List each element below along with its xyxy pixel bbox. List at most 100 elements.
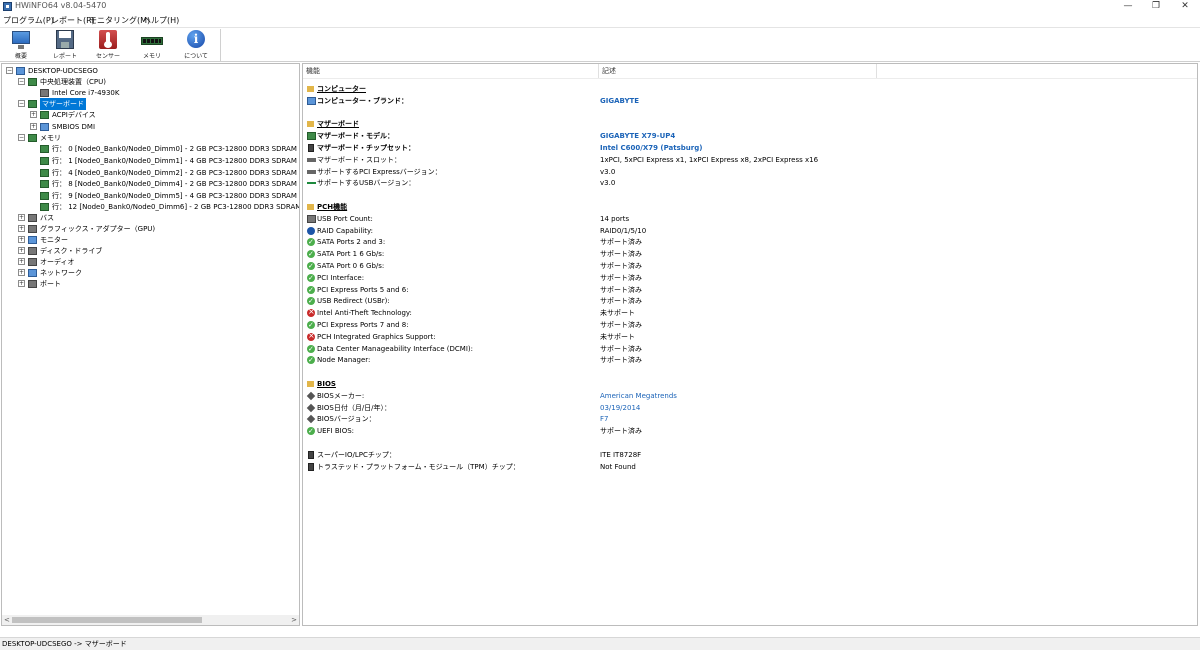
row-value: サポート済み [600,238,642,247]
report-label: レポート [52,53,77,60]
bios-icon [306,403,316,412]
detail-row[interactable]: UEFI BIOS: サポート済み [303,425,1197,437]
row-value: American Megatrends [600,391,677,400]
collapse-icon[interactable]: − [18,100,25,107]
computer-icon [16,67,25,75]
detail-row[interactable]: USB Port Count: 14 ports [303,213,1197,225]
expand-icon[interactable]: + [18,225,25,232]
detail-row[interactable]: SATA Port 1 6 Gb/s: サポート済み [303,248,1197,260]
row-label: Data Center Manageability Interface (DCM… [317,344,473,353]
restore-button[interactable]: ❐ [1141,0,1171,13]
expand-icon[interactable]: + [18,269,25,276]
tree-item[interactable]: 行： 0 [Node0_Bank0/Node0_Dimm0] - 2 GB PC… [2,143,299,155]
row-value: ITE IT8728F [600,450,642,459]
window-title: HWiNFO64 v8.04-5470 [15,1,107,10]
expand-icon[interactable]: + [18,247,25,254]
memory-icon [28,134,37,142]
detail-row[interactable]: Intel Anti-Theft Technology: 未サポート [303,306,1197,319]
menu-monitoring[interactable]: モニタリング(M) [89,15,150,26]
network-icon [28,269,37,277]
summary-button[interactable]: 概要 [1,30,41,61]
detail-row[interactable]: マザーボード・モデル： GIGABYTE X79-UP4 [303,130,1197,142]
row-label: BIOS日付（月/日/年）： [317,403,392,412]
minimize-button[interactable]: — [1113,0,1143,13]
section-header[interactable]: BIOS [303,378,1197,390]
expand-icon[interactable]: + [30,123,37,130]
detail-row[interactable]: BIOSバージョン： F7 [303,413,1197,425]
scroll-left-arrow-icon[interactable]: < [4,615,10,625]
detail-row[interactable]: コンピューター・ブランド： GIGABYTE [303,95,1197,107]
section-header[interactable]: マザーボード [303,118,1197,130]
summary-label: 概要 [14,53,27,60]
report-button[interactable]: レポート [45,30,85,61]
expand-icon[interactable]: + [30,111,37,118]
detail-row[interactable]: PCI Express Ports 7 and 8: サポート済み [303,319,1197,331]
folder-icon [307,204,314,210]
collapse-icon[interactable]: − [6,67,13,74]
detail-row[interactable]: サポートするUSBバージョン： v3.0 [303,177,1197,189]
detail-row[interactable]: サポートするPCI Expressバージョン： v3.0 [303,166,1197,178]
port-icon [28,280,37,288]
pc-icon [307,96,316,105]
row-label: マザーボード・スロット： [317,155,401,164]
spacer-row [303,189,1197,201]
toolbar-separator [220,29,221,61]
tree-item[interactable]: 行： 1 [Node0_Bank0/Node0_Dimm1] - 4 GB PC… [2,155,299,167]
row-label: USB Redirect (USBr): [317,297,390,306]
detail-row[interactable]: トラステッド・プラットフォーム・モジュール（TPM）チップ： Not Found [303,461,1197,473]
detail-row[interactable]: BIOSメーカー: American Megatrends [303,390,1197,402]
memory-button[interactable]: メモリ [132,30,172,61]
row-label: PCI Express Ports 5 and 6: [317,285,409,294]
detail-row[interactable]: マザーボード・スロット： 1xPCI, 5xPCI Express x1, 1xP… [303,154,1197,166]
detail-row[interactable]: BIOS日付（月/日/年）： 03/19/2014 [303,402,1197,414]
sensors-button[interactable]: センサー [88,30,128,61]
row-label: トラステッド・プラットフォーム・モジュール（TPM）チップ： [317,462,520,471]
tree-horizontal-scrollbar[interactable]: < > [2,615,299,625]
section-header[interactable]: PCH機能 [303,201,1197,213]
usb-icon [307,179,316,185]
tree-item[interactable]: + ACPIデバイス [2,109,299,121]
bios-icon [306,391,316,401]
scrollbar-thumb[interactable] [12,617,202,623]
detail-row[interactable]: PCI Express Ports 5 and 6: サポート済み [303,284,1197,296]
tree-item[interactable]: + ポート [2,278,299,290]
detail-row[interactable]: PCH Integrated Graphics Support: 未サポート [303,330,1197,343]
hardware-tree[interactable]: − DESKTOP-UDCSEGO − 中央処理装置（CPU) Intel Core i… [1,63,300,626]
motherboard-icon [28,100,37,108]
detail-row[interactable]: USB Redirect (USBr): サポート済み [303,295,1197,307]
tree-item[interactable]: 行： 8 [Node0_Bank0/Node0_Dimm4] - 2 GB PC… [2,178,299,190]
spacer-row [303,366,1197,378]
folder-icon [307,86,314,92]
tree-item-label: ポート [40,280,61,288]
column-header-description[interactable]: 記述 [599,64,877,78]
detail-row[interactable]: スーパーIO/LPCチップ： ITE IT8728F [303,449,1197,461]
row-label: SATA Port 0 6 Gb/s: [317,262,385,270]
detail-row[interactable]: Node Manager: サポート済み [303,354,1197,366]
detail-row[interactable]: SATA Port 0 6 Gb/s: サポート済み [303,260,1197,272]
detail-row[interactable]: マザーボード・チップセット： Intel C600/X79 (Patsburg) [303,142,1197,154]
detail-row[interactable]: PCI Interface: サポート済み [303,272,1197,284]
monitor-icon [11,30,31,50]
expand-icon[interactable]: + [18,280,25,287]
expand-icon[interactable]: + [18,236,25,243]
expand-icon[interactable]: + [18,258,25,265]
close-button[interactable]: ✕ [1170,0,1200,13]
expand-icon[interactable]: + [18,214,25,221]
tree-item-label: 行： 1 [Node0_Bank0/Node0_Dimm1] - 4 GB PC… [52,157,300,165]
about-button[interactable]: i について [176,30,216,61]
column-header-feature[interactable]: 機能 [303,64,599,78]
memory-module-icon [141,30,163,50]
check-icon [307,425,315,437]
menu-program[interactable]: プログラム(P) [3,15,54,26]
collapse-icon[interactable]: − [18,78,25,85]
menu-help[interactable]: ヘルプ(H) [143,15,179,26]
sensors-label: センサー [95,53,120,60]
collapse-icon[interactable]: − [18,134,25,141]
section-header[interactable]: コンピューター [303,83,1197,95]
scroll-right-arrow-icon[interactable]: > [291,615,297,625]
row-label: BIOS [317,380,336,388]
detail-row[interactable]: SATA Ports 2 and 3: サポート済み [303,236,1197,248]
detail-row[interactable]: Data Center Manageability Interface (DCM… [303,343,1197,355]
row-value: サポート済み [600,356,642,365]
detail-row[interactable]: RAID Capability: RAID0/1/5/10 [303,225,1197,237]
